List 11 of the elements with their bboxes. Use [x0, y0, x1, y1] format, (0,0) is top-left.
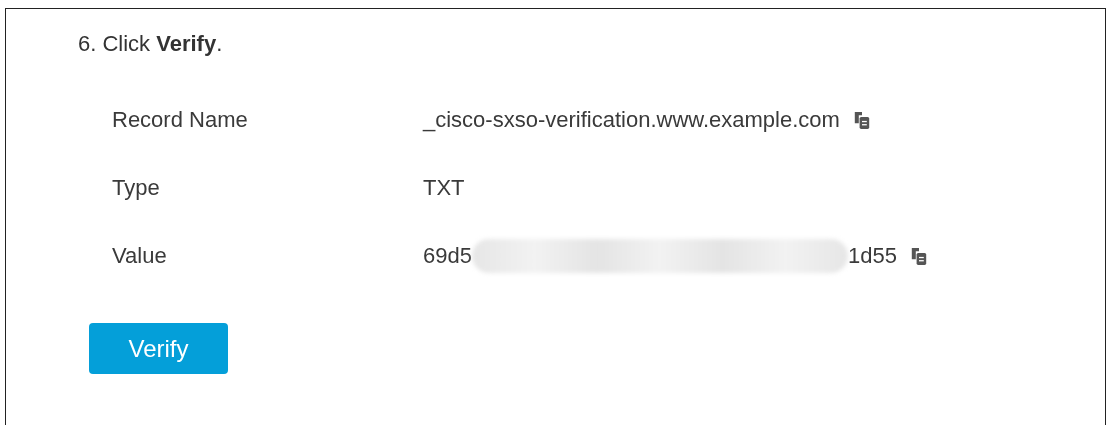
field-label: Type: [112, 175, 161, 201]
field-value: TXT: [423, 175, 465, 201]
field-label: Value: [112, 243, 168, 269]
field-value-end: 1d55: [847, 243, 897, 269]
field-value: _cisco-sxso-verification.www.example.com: [423, 107, 840, 133]
copy-icon[interactable]: [910, 246, 927, 266]
step-instruction: 6. Click Verify.: [78, 31, 224, 57]
verify-button[interactable]: Verify: [89, 323, 228, 374]
field-label: Record Name: [112, 107, 249, 133]
copy-icon[interactable]: [853, 110, 870, 130]
field-value-start: 69d5: [423, 243, 472, 269]
